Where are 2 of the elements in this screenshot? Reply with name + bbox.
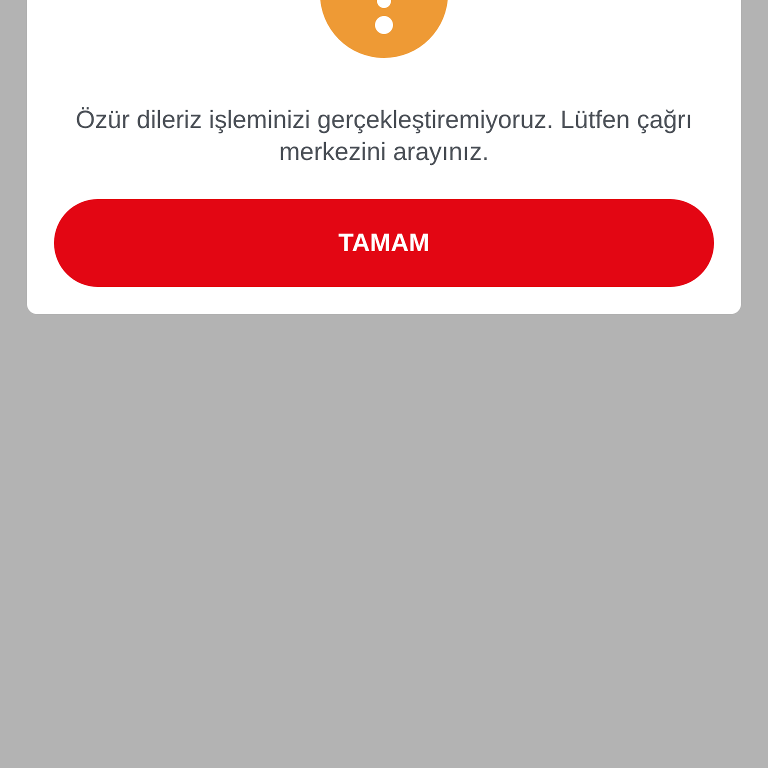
error-message: Özür dileriz işleminizi gerçekleştiremiyoruz. Lütfen çağrı merkezini arayınız. — [74, 105, 694, 168]
ok-button[interactable]: TAMAM — [54, 199, 714, 287]
